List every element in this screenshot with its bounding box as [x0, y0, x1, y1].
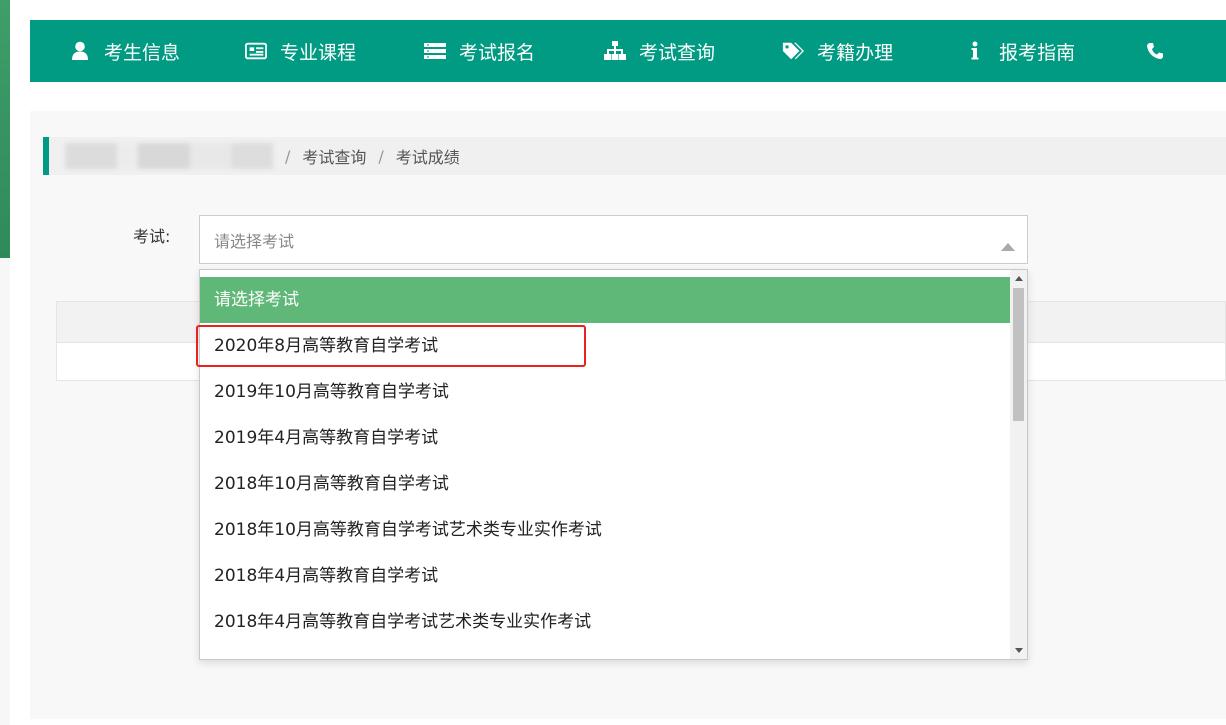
tags-icon [782, 40, 805, 62]
exam-select[interactable]: 请选择考试 [199, 215, 1028, 264]
list-icon [424, 40, 447, 62]
user-icon [69, 40, 91, 62]
exam-option[interactable]: 2019年4月高等教育自学考试 [200, 415, 1011, 461]
breadcrumb-separator: / [285, 146, 291, 166]
exam-option[interactable]: 2018年10月高等教育自学考试艺术类专业实作考试 [200, 507, 1011, 553]
phone-icon [1144, 40, 1166, 62]
caret-up-icon [1001, 236, 1015, 255]
exam-option[interactable]: 2018年4月高等教育自学考试艺术类专业实作考试 [200, 599, 1011, 645]
dropdown-scrollbar[interactable] [1010, 270, 1027, 659]
scroll-up-arrow-icon[interactable] [1015, 276, 1023, 281]
breadcrumb-redacted-root [65, 143, 273, 169]
main-navbar: 考生信息 专业课程 考试报名 考试查询 考籍办理 报考指南 [30, 20, 1226, 82]
nav-label-courses: 专业课程 [280, 41, 357, 64]
nav-label-student-info: 考生信息 [104, 41, 181, 64]
nav-item-exam-query[interactable]: 考试查询 [604, 20, 715, 82]
nav-label-exam-registration: 考试报名 [459, 41, 536, 64]
breadcrumb-item-exam-score: 考试成绩 [395, 148, 460, 167]
exam-field-label: 考试: [133, 227, 171, 246]
sitemap-icon [604, 40, 627, 62]
info-icon [964, 40, 986, 62]
nav-item-record-management[interactable]: 考籍办理 [782, 20, 893, 82]
exam-select-placeholder: 请选择考试 [214, 231, 295, 251]
exam-option[interactable]: 请选择考试 [200, 277, 1011, 323]
exam-option[interactable]: 2019年10月高等教育自学考试 [200, 369, 1011, 415]
left-edge-decoration [0, 0, 10, 258]
nav-item-guide[interactable]: 报考指南 [964, 20, 1075, 82]
left-edge-background [0, 258, 10, 725]
nav-label-guide: 报考指南 [999, 41, 1076, 64]
nav-item-student-info[interactable]: 考生信息 [69, 20, 180, 82]
exam-option[interactable]: 2018年10月高等教育自学考试 [200, 461, 1011, 507]
breadcrumb: / 考试查询 / 考试成绩 [43, 137, 1226, 175]
scroll-down-arrow-icon[interactable] [1015, 648, 1023, 653]
course-icon [245, 40, 268, 62]
highlight-annotation [196, 325, 586, 367]
nav-item-exam-registration[interactable]: 考试报名 [424, 20, 535, 82]
nav-label-exam-query: 考试查询 [639, 41, 716, 64]
exam-option[interactable]: 2018年4月高等教育自学考试 [200, 553, 1011, 599]
nav-label-record-management: 考籍办理 [817, 41, 894, 64]
nav-item-contact[interactable] [1144, 20, 1179, 82]
breadcrumb-separator: / [378, 146, 384, 166]
scrollbar-thumb[interactable] [1013, 288, 1024, 421]
nav-item-courses[interactable]: 专业课程 [245, 20, 356, 82]
breadcrumb-item-exam-query[interactable]: 考试查询 [302, 144, 366, 168]
